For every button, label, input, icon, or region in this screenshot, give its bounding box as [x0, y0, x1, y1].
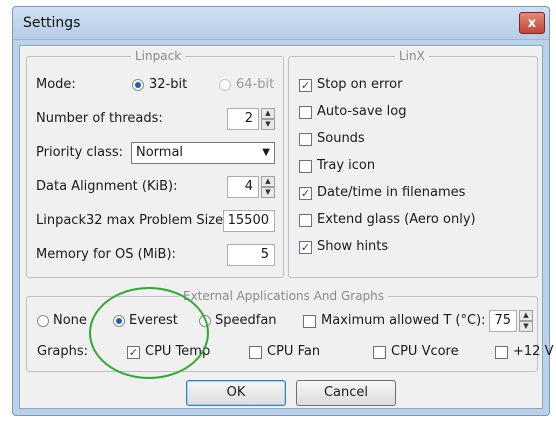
linpack-group: Linpack Mode: 32-bit 64-bit Number of th…	[26, 49, 284, 278]
close-icon: x	[527, 15, 537, 31]
chevron-down-icon: ▼	[262, 147, 270, 158]
linx-option-checkbox[interactable]: ✓	[299, 187, 312, 200]
graph-option-checkbox[interactable]	[373, 346, 386, 359]
graph-option-label[interactable]: +12 V	[513, 344, 553, 359]
graph-option-checkbox[interactable]	[495, 346, 508, 359]
linx-option-checkbox[interactable]: ✓	[299, 79, 312, 92]
cancel-button[interactable]: Cancel	[296, 380, 396, 406]
external-apps-group: External Applications And Graphs None Ev…	[26, 289, 553, 372]
alignment-spinner[interactable]: ▲ ▼	[261, 176, 275, 198]
mode-32bit-radio[interactable]	[132, 79, 144, 91]
linpack-group-title: Linpack	[131, 49, 186, 63]
spin-down-icon[interactable]: ▼	[261, 187, 275, 198]
problem-size-label: Linpack32 max Problem Size:	[36, 213, 228, 228]
max-temp-checkbox[interactable]	[303, 315, 316, 328]
memory-input[interactable]: 5	[227, 244, 275, 266]
mode-label: Mode:	[36, 77, 76, 92]
linx-option-checkbox[interactable]	[299, 160, 312, 173]
speedfan-radio[interactable]	[199, 315, 211, 327]
spin-up-icon[interactable]: ▲	[261, 108, 275, 119]
everest-radio[interactable]	[113, 315, 125, 327]
linx-option-label[interactable]: Auto-save log	[317, 104, 407, 119]
priority-select[interactable]: Normal ▼	[131, 142, 275, 164]
linx-group-title: LinX	[395, 49, 429, 63]
alignment-label: Data Alignment (KiB):	[36, 179, 178, 194]
threads-input[interactable]: 2	[227, 108, 259, 130]
graph-option-label[interactable]: CPU Vcore	[391, 344, 459, 359]
external-group-title: External Applications And Graphs	[179, 289, 389, 303]
ok-button[interactable]: OK	[186, 380, 286, 406]
spin-up-icon[interactable]: ▲	[261, 176, 275, 187]
graphs-label: Graphs:	[37, 344, 89, 359]
mode-64bit-radio	[219, 79, 231, 91]
max-temp-label[interactable]: Maximum allowed T (°C):	[321, 313, 486, 328]
max-temp-spinner[interactable]: ▲ ▼	[519, 310, 533, 332]
linx-option-label[interactable]: Tray icon	[317, 158, 375, 173]
linx-option-label[interactable]: Show hints	[317, 239, 388, 254]
memory-label: Memory for OS (MiB):	[36, 247, 176, 262]
none-radio[interactable]	[37, 315, 49, 327]
linx-option-checkbox[interactable]: ✓	[299, 241, 312, 254]
linx-option-label[interactable]: Sounds	[317, 131, 365, 146]
graph-option-label[interactable]: CPU Temp	[145, 344, 210, 359]
linx-option-checkbox[interactable]	[299, 106, 312, 119]
graph-option-checkbox[interactable]: ✓	[127, 346, 140, 359]
linx-option-checkbox[interactable]	[299, 133, 312, 146]
everest-label[interactable]: Everest	[129, 313, 178, 328]
linx-option-label[interactable]: Stop on error	[317, 77, 402, 92]
window-title: Settings	[23, 15, 81, 31]
max-temp-input[interactable]: 75	[489, 310, 517, 332]
threads-label: Number of threads:	[36, 111, 163, 126]
spin-down-icon[interactable]: ▼	[261, 119, 275, 130]
mode-32bit-label[interactable]: 32-bit	[149, 77, 187, 92]
spin-down-icon[interactable]: ▼	[519, 321, 533, 332]
speedfan-label[interactable]: Speedfan	[215, 313, 277, 328]
alignment-input[interactable]: 4	[227, 176, 259, 198]
linx-option-label[interactable]: Extend glass (Aero only)	[317, 212, 476, 227]
spin-up-icon[interactable]: ▲	[519, 310, 533, 321]
title-bar[interactable]: Settings x	[13, 7, 549, 40]
linx-option-label[interactable]: Date/time in filenames	[317, 185, 465, 200]
graph-option-label[interactable]: CPU Fan	[267, 344, 320, 359]
graph-option-checkbox[interactable]	[249, 346, 262, 359]
linx-group: LinX ✓ Stop on error Auto-save log Sounds Tr…	[288, 49, 538, 278]
priority-label: Priority class:	[36, 145, 124, 160]
close-button[interactable]: x	[519, 12, 545, 34]
problem-size-input[interactable]: 15500	[223, 210, 275, 232]
threads-spinner[interactable]: ▲ ▼	[261, 108, 275, 130]
priority-select-value: Normal	[136, 145, 184, 160]
mode-64bit-label: 64-bit	[236, 77, 275, 92]
settings-client-area: Linpack Mode: 32-bit 64-bit Number of th…	[19, 45, 553, 409]
none-label[interactable]: None	[53, 313, 87, 328]
settings-window: Settings x Linpack Mode: 32-bit 64-bit N…	[12, 6, 553, 416]
linx-option-checkbox[interactable]	[299, 214, 312, 227]
